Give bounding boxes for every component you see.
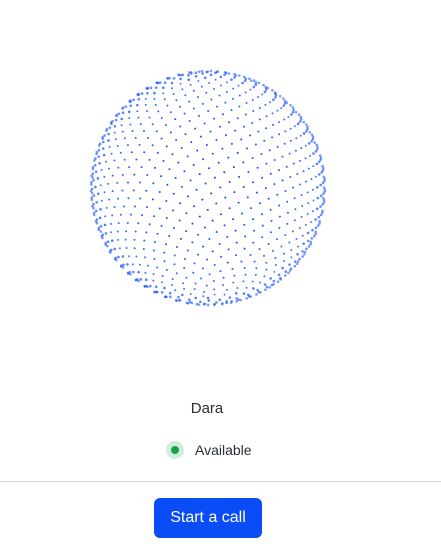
status-label: Available [195, 442, 252, 458]
divider [0, 481, 441, 482]
agent-name: Dara [190, 400, 224, 417]
dotted-sphere-icon [89, 69, 327, 307]
start-call-button[interactable]: Start a call [154, 498, 262, 538]
status-dot-icon [166, 441, 184, 459]
availability-status: Available [166, 440, 252, 460]
call-widget: Dara Available Start a call [0, 0, 441, 552]
